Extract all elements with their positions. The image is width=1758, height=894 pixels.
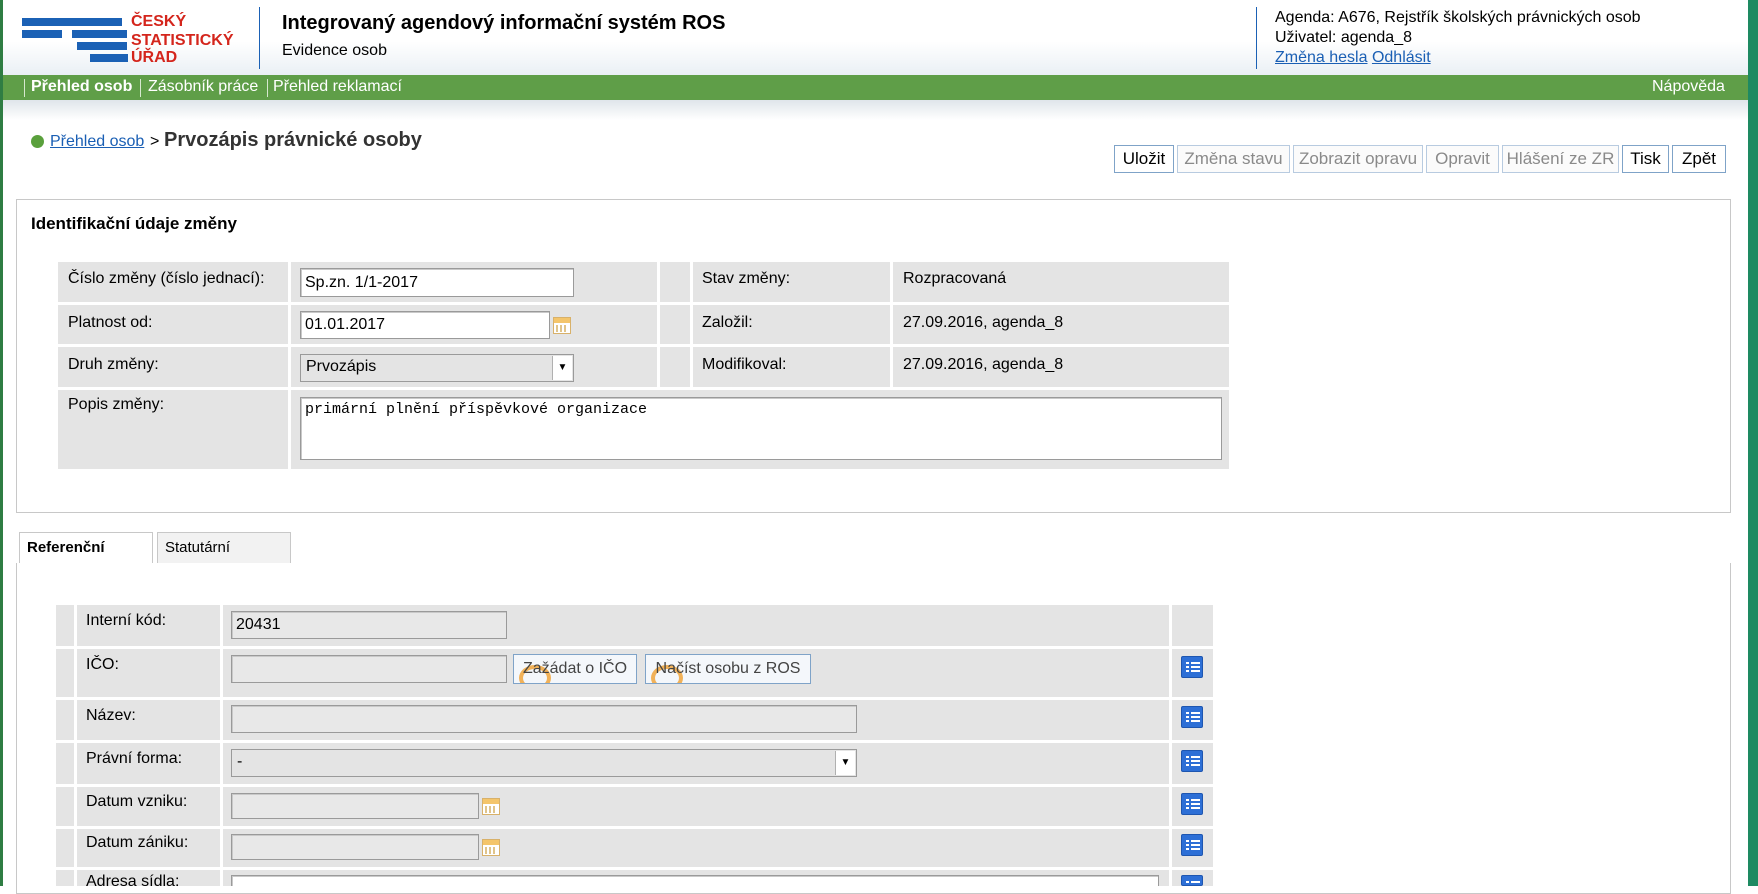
load-person-button[interactable]: Načíst osobu z ROS xyxy=(645,654,811,684)
main-nav: Přehled osob Zásobník práce Přehled rekl… xyxy=(3,75,1748,100)
cislo-zmeny-input[interactable] xyxy=(300,268,574,297)
status-dot-icon xyxy=(31,135,44,148)
adresa-sidla-label: Adresa sídla: xyxy=(86,874,180,886)
zalozil-value: 27.09.2016, agenda_8 xyxy=(903,314,1064,331)
modifikoval-label: Modifikoval: xyxy=(702,356,787,373)
window-frame-left xyxy=(0,0,3,886)
interni-kod-input[interactable] xyxy=(231,611,507,639)
ico-label: IČO: xyxy=(86,656,119,673)
header-divider xyxy=(259,7,260,69)
identification-title: Identifikační údaje změny xyxy=(31,214,237,233)
logout-link[interactable]: Odhlásit xyxy=(1372,49,1431,66)
datum-zaniku-label: Datum zániku: xyxy=(86,834,189,851)
calendar-icon[interactable] xyxy=(553,317,571,334)
show-correction-button[interactable]: Zobrazit opravu xyxy=(1293,145,1423,173)
druh-zmeny-label: Druh změny: xyxy=(68,356,159,373)
stav-zmeny-value: Rozpracovaná xyxy=(903,270,1007,287)
zr-report-button[interactable]: Hlášení ze ZR xyxy=(1502,145,1619,173)
calendar-icon[interactable] xyxy=(482,839,500,856)
datum-vzniku-label: Datum vzniku: xyxy=(86,793,188,810)
pravni-forma-select[interactable]: - ▼ xyxy=(231,749,857,777)
list-icon[interactable] xyxy=(1181,875,1203,886)
request-ico-button[interactable]: Zažádat o IČO xyxy=(513,654,637,684)
stav-zmeny-label: Stav změny: xyxy=(702,270,791,287)
nav-shadow xyxy=(3,100,1748,120)
change-password-link[interactable]: Změna hesla xyxy=(1275,49,1368,66)
ico-input[interactable] xyxy=(231,655,507,683)
tab-statutarni-zastupci[interactable]: Statutární zástupci xyxy=(157,532,291,586)
app-subtitle: Evidence osob xyxy=(282,42,387,59)
csu-logo: ČESKÝ STATISTICKÝ ÚŘAD xyxy=(22,10,252,66)
list-icon[interactable] xyxy=(1181,793,1203,815)
list-icon[interactable] xyxy=(1181,834,1203,856)
breadcrumb-link[interactable]: Přehled osob xyxy=(50,133,144,151)
pravni-forma-label: Právní forma: xyxy=(86,750,183,767)
nazev-input[interactable] xyxy=(231,705,857,733)
nav-item-prehled-osob[interactable]: Přehled osob xyxy=(31,78,132,96)
popis-zmeny-textarea[interactable]: primární plnění příspěvkové organizace xyxy=(300,397,1222,460)
nav-item-prehled-reklamaci[interactable]: Přehled reklamací xyxy=(273,78,402,96)
zalozil-label: Založil: xyxy=(702,314,753,331)
account-links: Změna hesla Odhlásit xyxy=(1275,49,1431,67)
druh-zmeny-select[interactable]: Prvozápis ▼ xyxy=(300,354,574,382)
tab-referencni-udaje[interactable]: Referenční údaje xyxy=(19,532,153,586)
page-title: Prvozápis právnické osoby xyxy=(164,129,422,151)
chevron-down-icon: ▼ xyxy=(835,751,855,775)
modifikoval-value: 27.09.2016, agenda_8 xyxy=(903,356,1064,373)
chevron-down-icon: ▼ xyxy=(552,356,572,380)
popis-zmeny-label: Popis změny: xyxy=(68,396,165,413)
platnost-od-input[interactable] xyxy=(300,311,550,339)
list-icon[interactable] xyxy=(1181,656,1203,678)
print-button[interactable]: Tisk xyxy=(1622,145,1669,173)
back-button[interactable]: Zpět xyxy=(1672,145,1726,173)
breadcrumb-separator: > xyxy=(150,133,160,150)
interni-kod-label: Interní kód: xyxy=(86,612,167,629)
nazev-label: Název: xyxy=(86,707,136,724)
change-state-button[interactable]: Změna stavu xyxy=(1177,145,1290,173)
datum-vzniku-input[interactable] xyxy=(231,793,479,819)
list-icon[interactable] xyxy=(1181,706,1203,728)
list-icon[interactable] xyxy=(1181,750,1203,772)
agenda-info: Agenda: A676, Rejstřík školských právnic… xyxy=(1275,9,1641,26)
header-divider xyxy=(1256,7,1257,69)
nav-item-napoveda[interactable]: Nápověda xyxy=(1652,78,1725,96)
correct-button[interactable]: Opravit xyxy=(1426,145,1499,173)
adresa-sidla-input[interactable] xyxy=(231,875,1159,886)
nav-item-zasobnik-prace[interactable]: Zásobník práce xyxy=(148,78,258,96)
save-button[interactable]: Uložit xyxy=(1114,145,1174,173)
user-info: Uživatel: agenda_8 xyxy=(1275,29,1412,46)
window-frame-right xyxy=(1748,0,1758,886)
cislo-zmeny-label: Číslo změny (číslo jednací): xyxy=(68,270,265,287)
calendar-icon[interactable] xyxy=(482,798,500,815)
datum-zaniku-input[interactable] xyxy=(231,834,479,860)
app-title: Integrovaný agendový informační systém R… xyxy=(282,12,726,34)
platnost-od-label: Platnost od: xyxy=(68,314,153,331)
